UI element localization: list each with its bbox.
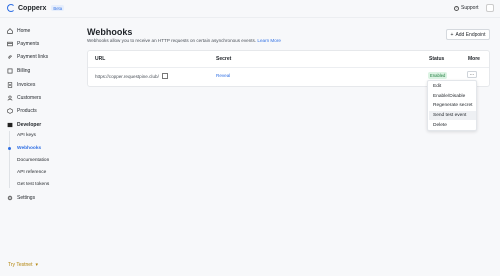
copperx-logo-icon bbox=[7, 4, 15, 12]
sidebar-item-payments[interactable]: Payments bbox=[7, 40, 39, 48]
sidebar: Home Payments Payment links Billing Invo… bbox=[0, 18, 80, 276]
products-icon bbox=[7, 108, 13, 114]
logo[interactable]: Copperx Beta bbox=[7, 4, 65, 12]
sidebar-item-label: Settings bbox=[17, 195, 36, 201]
try-testnet-button[interactable]: Try Testnet ▾ bbox=[8, 262, 38, 268]
sidebar-item-label: Payment links bbox=[17, 54, 49, 60]
help-icon: ? bbox=[454, 5, 459, 11]
plus-icon: + bbox=[450, 31, 454, 38]
sidebar-item-label: Invoices bbox=[17, 82, 36, 88]
column-header-secret: Secret bbox=[216, 56, 232, 62]
menu-item-regenerate-secret[interactable]: Regenerate secret bbox=[429, 101, 476, 110]
page-title: Webhooks bbox=[87, 27, 133, 37]
active-indicator bbox=[8, 147, 11, 150]
description-text: Webhooks allow you to receive an HTTP re… bbox=[87, 38, 257, 43]
avatar[interactable] bbox=[486, 4, 494, 12]
reveal-secret-link[interactable]: Reveal bbox=[216, 73, 230, 78]
sidebar-item-label: Home bbox=[17, 28, 31, 34]
chevron-down-icon: ▾ bbox=[35, 262, 38, 268]
status-badge: Enabled bbox=[428, 72, 448, 79]
sidebar-subitem-documentation[interactable]: Documentation bbox=[17, 158, 49, 165]
submenu-guide-line bbox=[9, 131, 10, 188]
beta-badge: Beta bbox=[51, 5, 65, 11]
gear-icon bbox=[7, 195, 13, 201]
copy-icon[interactable] bbox=[162, 73, 168, 79]
sidebar-subitem-webhooks[interactable]: Webhooks bbox=[17, 146, 41, 153]
add-endpoint-button[interactable]: + Add Endpoint bbox=[446, 29, 490, 40]
sidebar-item-label: Developer bbox=[17, 122, 42, 128]
sidebar-item-settings[interactable]: Settings bbox=[7, 194, 35, 202]
menu-item-delete[interactable]: Delete bbox=[429, 121, 476, 130]
page-description: Webhooks allow you to receive an HTTP re… bbox=[87, 38, 281, 43]
sidebar-subitem-get-test-tokens[interactable]: Get test tokens bbox=[17, 182, 49, 189]
sidebar-item-label: Products bbox=[17, 108, 37, 114]
table-header: URL Secret Status More bbox=[88, 51, 489, 68]
link-icon bbox=[7, 54, 13, 60]
learn-more-link[interactable]: Learn More bbox=[257, 38, 281, 43]
column-header-url: URL bbox=[95, 56, 106, 62]
invoice-icon bbox=[7, 82, 13, 88]
sidebar-item-invoices[interactable]: Invoices bbox=[7, 81, 35, 89]
add-endpoint-label: Add Endpoint bbox=[455, 31, 486, 38]
sidebar-item-products[interactable]: Products bbox=[7, 107, 37, 115]
support-label: Support bbox=[461, 5, 479, 11]
sidebar-item-developer[interactable]: Developer bbox=[7, 121, 41, 129]
sidebar-item-payment-links[interactable]: Payment links bbox=[7, 53, 48, 61]
menu-item-send-test-event[interactable]: Send test event bbox=[429, 111, 476, 120]
menu-item-enable-disable[interactable]: Enable/Disable bbox=[429, 92, 476, 101]
top-bar: Copperx Beta ? Support bbox=[0, 0, 500, 18]
testnet-label: Try Testnet bbox=[8, 262, 33, 268]
more-actions-button[interactable]: ... bbox=[467, 71, 477, 78]
row-actions-menu: Edit Enable/Disable Regenerate secret Se… bbox=[427, 80, 477, 131]
payments-icon bbox=[7, 41, 13, 47]
sidebar-item-label: Billing bbox=[17, 68, 31, 74]
support-link[interactable]: ? Support bbox=[454, 5, 479, 11]
customers-icon bbox=[7, 95, 13, 101]
sidebar-item-label: Payments bbox=[17, 41, 40, 47]
menu-item-edit[interactable]: Edit bbox=[429, 82, 476, 91]
billing-icon bbox=[7, 68, 13, 74]
sidebar-item-billing[interactable]: Billing bbox=[7, 67, 30, 75]
sidebar-subitem-api-keys[interactable]: API keys bbox=[17, 133, 36, 140]
sidebar-item-customers[interactable]: Customers bbox=[7, 94, 41, 102]
webhook-url: https://copper.requestpine.club/ bbox=[95, 73, 168, 79]
sidebar-item-label: Customers bbox=[17, 95, 42, 101]
sidebar-item-home[interactable]: Home bbox=[7, 27, 30, 35]
sidebar-subitem-api-reference[interactable]: API reference bbox=[17, 170, 46, 177]
column-header-status: Status bbox=[429, 56, 445, 62]
column-header-more: More bbox=[468, 56, 480, 62]
logo-text: Copperx bbox=[18, 4, 47, 12]
webhook-url-text: https://copper.requestpine.club/ bbox=[95, 74, 159, 79]
developer-icon bbox=[7, 122, 13, 128]
home-icon bbox=[7, 28, 13, 34]
